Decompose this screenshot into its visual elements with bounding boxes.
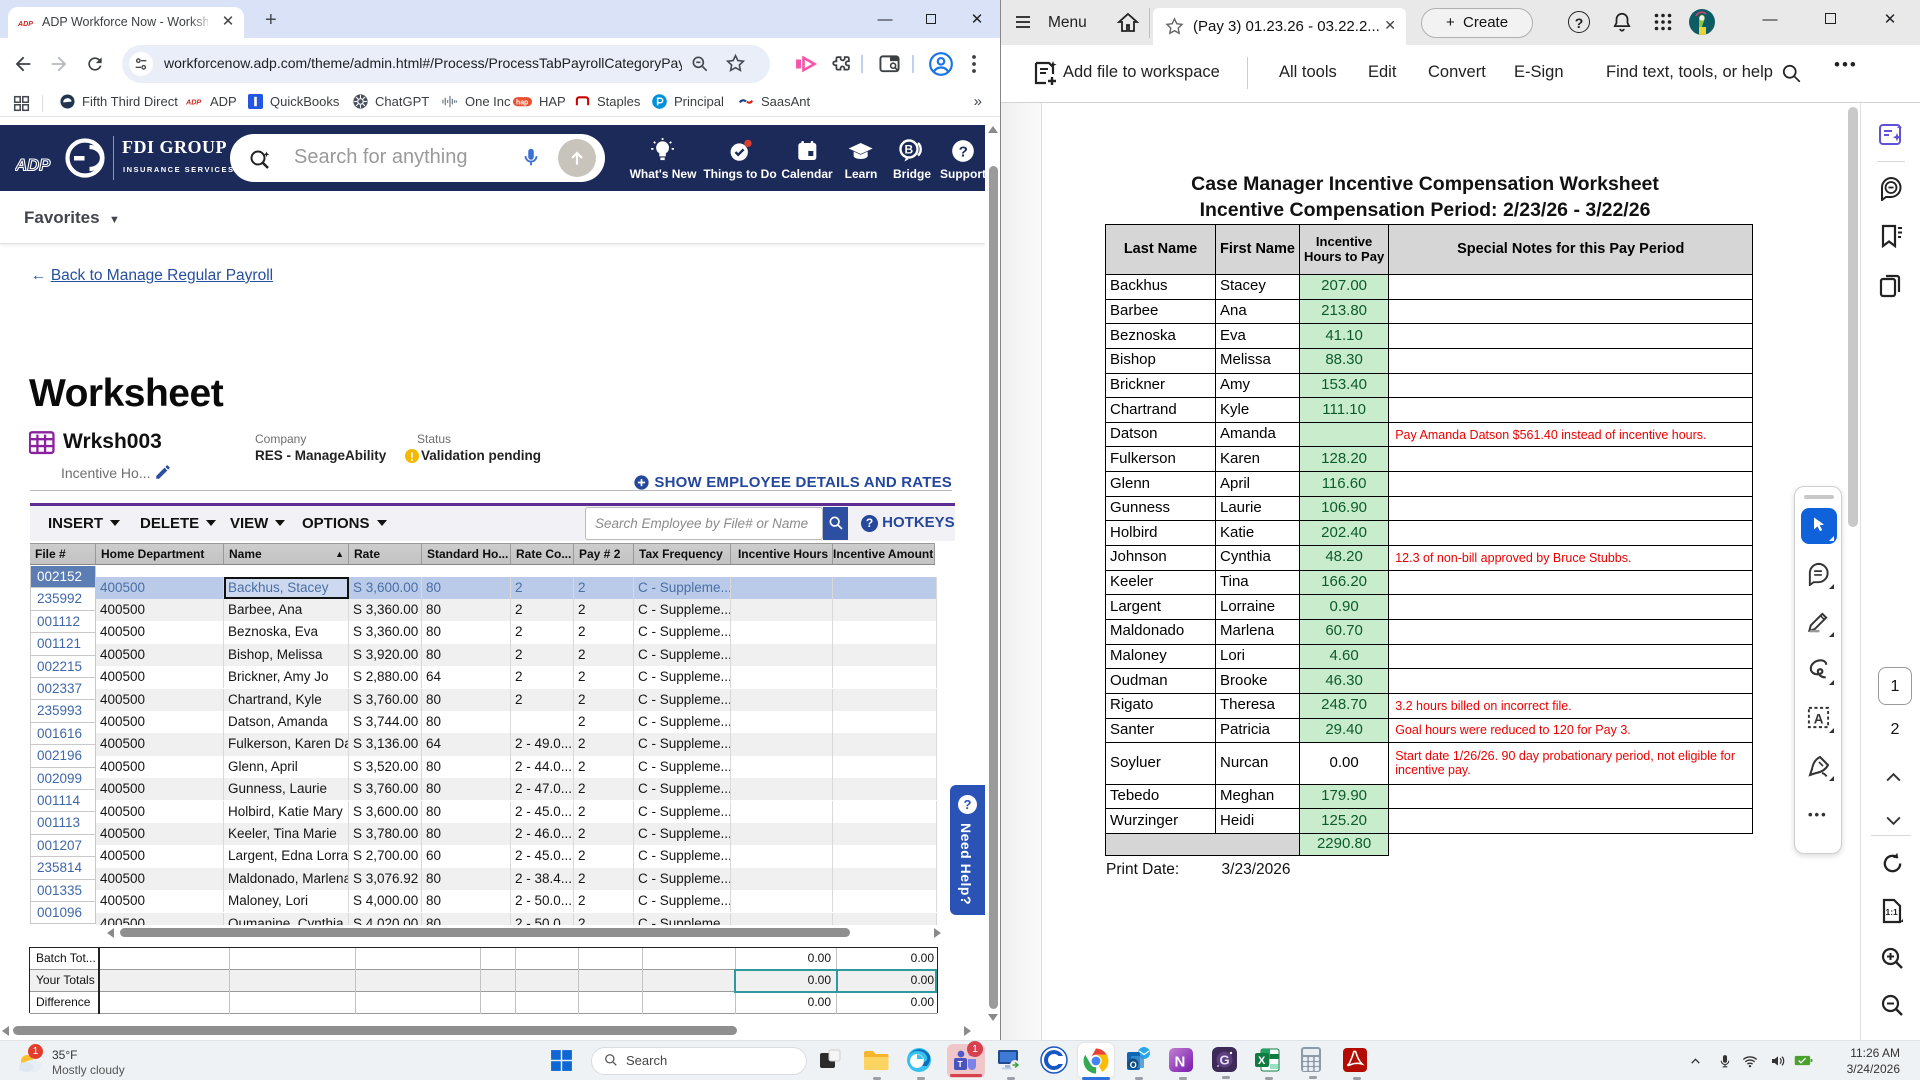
svg-text:T: T (958, 1059, 964, 1069)
svg-text:X: X (1258, 1055, 1266, 1067)
svg-text:hap: hap (516, 100, 528, 107)
svg-text:ADP: ADP (18, 21, 33, 28)
svg-text:?: ? (959, 143, 968, 160)
svg-text:B: B (904, 143, 913, 157)
svg-text:A: A (1814, 711, 1824, 726)
svg-text:ADP: ADP (186, 97, 201, 106)
svg-text:O: O (1130, 1060, 1137, 1070)
svg-text:G: G (1220, 1053, 1230, 1068)
svg-text:1:1: 1:1 (1886, 907, 1899, 917)
svg-text:ADP: ADP (15, 156, 51, 175)
svg-text:N: N (1175, 1054, 1186, 1071)
